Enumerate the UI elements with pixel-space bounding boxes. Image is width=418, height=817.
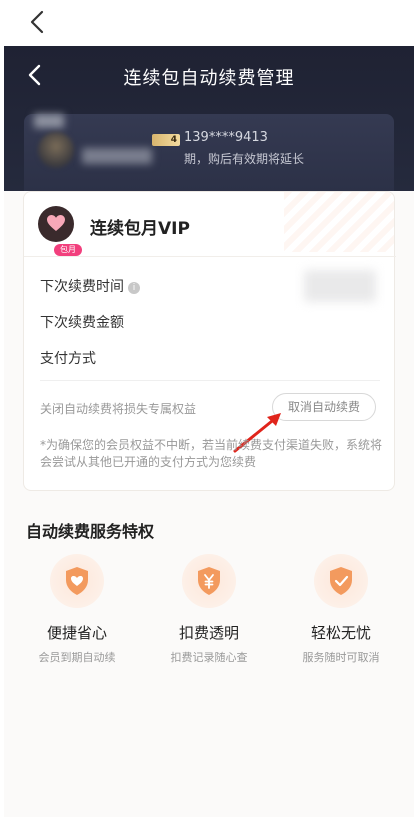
heart-icon (47, 215, 65, 231)
app-frame: 连续包自动续费管理 4 139****9413 期，购后有效期将延长 包月 连续… (4, 46, 414, 817)
next-renewal-amount-label: 下次续费金额 (40, 315, 124, 331)
feature-convenient: 便捷省心 会员到期自动续 (12, 554, 142, 665)
card-title: 连续包月VIP (90, 219, 190, 239)
features-title: 自动续费服务特权 (26, 522, 155, 541)
blurred-username (82, 148, 152, 164)
blurred-text (34, 114, 64, 128)
page-title: 连续包自动续费管理 (123, 68, 295, 89)
subscription-card: 包月 连续包月VIP 下次续费时间 i 下次续费金额 支付方式 关闭自动续费将损失… (23, 191, 396, 491)
renewal-note: *为确保您的会员权益不中断，若当前续费支付渠道失败，系统将会尝试从其他已开通的支… (40, 438, 383, 469)
inner-divider (40, 380, 380, 381)
feature-title: 便捷省心 (46, 624, 107, 642)
expire-note: 期，购后有效期将延长 (184, 152, 305, 166)
lose-benefits-text: 关闭自动续费将损失专属权益 (40, 402, 197, 416)
outer-back-icon[interactable] (24, 8, 52, 36)
vip-tag: 包月 (54, 244, 82, 256)
blurred-renewal-value (304, 270, 376, 302)
phone-number: 139****9413 (184, 130, 268, 145)
user-info-strip: 4 139****9413 期，购后有效期将延长 (24, 114, 394, 191)
feature-icon-circle (314, 554, 368, 608)
next-renewal-time-text: 下次续费时间 (40, 279, 124, 295)
feature-title: 轻松无忧 (310, 624, 371, 642)
feature-transparent: 扣费透明 扣费记录随心查 (144, 554, 274, 665)
yen-shield-icon (198, 567, 220, 595)
check-shield-icon (330, 567, 352, 595)
card-divider (24, 256, 396, 257)
feature-icon-circle (50, 554, 104, 608)
feature-subtitle: 会员到期自动续 (38, 651, 116, 664)
next-renewal-time-label: 下次续费时间 i (40, 276, 140, 296)
payment-method-label: 支付方式 (40, 351, 96, 367)
feature-icon-circle (182, 554, 236, 608)
feature-title: 扣费透明 (178, 624, 239, 642)
page: 连续包自动续费管理 4 139****9413 期，购后有效期将延长 包月 连续… (0, 0, 418, 817)
info-icon[interactable]: i (128, 282, 140, 294)
dark-header: 连续包自动续费管理 4 139****9413 期，购后有效期将延长 (4, 46, 414, 191)
level-badge: 4 (152, 134, 180, 146)
outer-nav-bar (0, 0, 418, 46)
vip-logo: 包月 (38, 206, 82, 256)
avatar (38, 132, 74, 168)
feature-subtitle: 扣费记录随心查 (170, 651, 248, 664)
card-decoration (284, 192, 394, 252)
feature-worry-free: 轻松无忧 服务随时可取消 (276, 554, 406, 665)
feature-subtitle: 服务随时可取消 (302, 651, 380, 664)
heart-shield-icon (66, 567, 88, 595)
